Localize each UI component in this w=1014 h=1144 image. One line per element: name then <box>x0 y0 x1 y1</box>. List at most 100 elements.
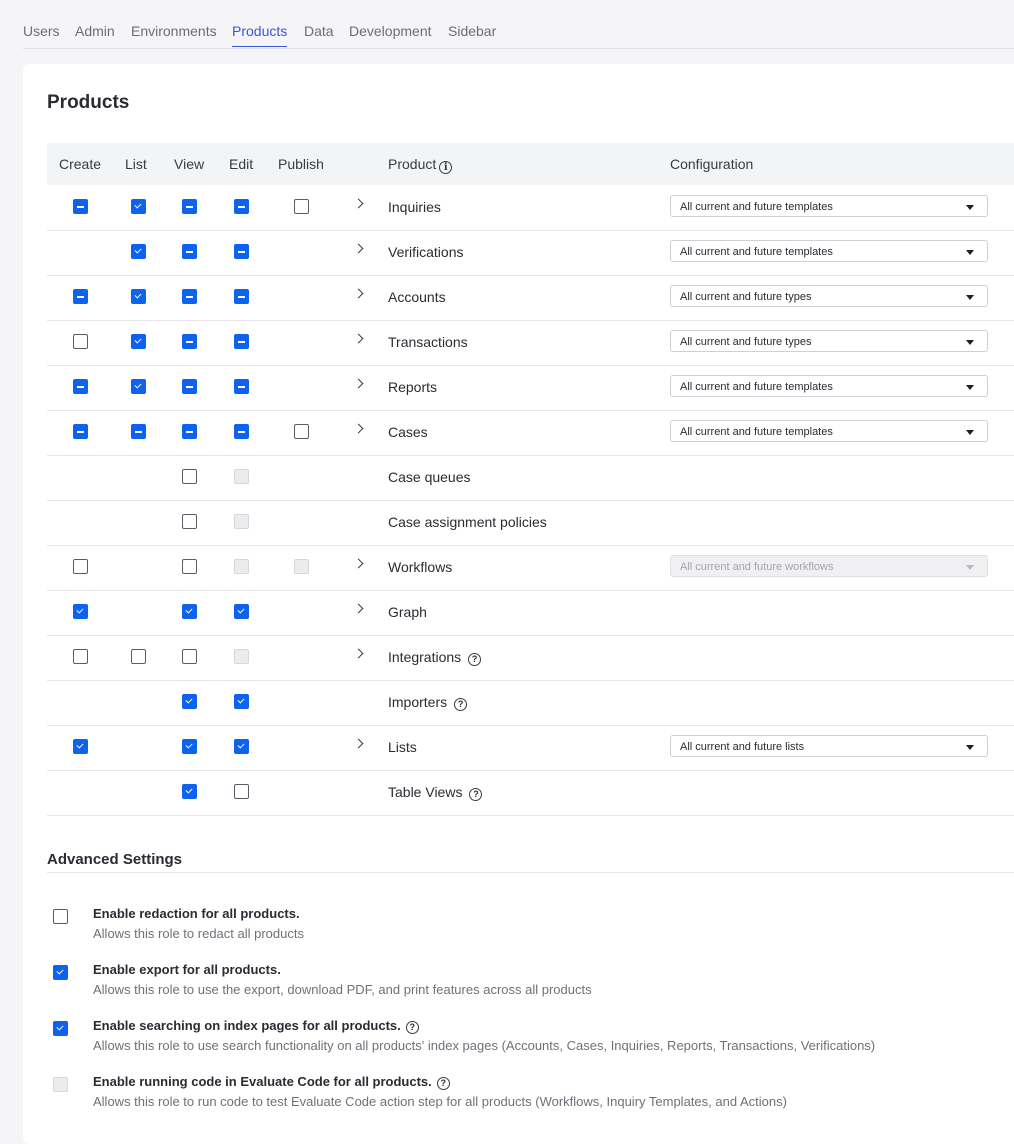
table-row: Accounts All current and future types <box>47 275 1014 321</box>
tab-admin[interactable]: Admin <box>75 23 115 46</box>
help-icon[interactable]: ? <box>405 1021 419 1034</box>
view-checkbox[interactable] <box>182 739 197 754</box>
configuration-value: All current and future templates <box>680 426 833 438</box>
chevron-right-icon[interactable] <box>353 558 364 569</box>
list-checkbox[interactable] <box>131 244 146 259</box>
configuration-select[interactable]: All current and future types <box>670 330 988 352</box>
help-icon[interactable]: ? <box>436 1077 450 1090</box>
edit-checkbox[interactable] <box>234 199 249 214</box>
chevron-right-icon[interactable] <box>353 378 364 389</box>
setting-checkbox[interactable] <box>53 1021 68 1036</box>
product-label: Reports <box>388 379 438 395</box>
configuration-value: All current and future templates <box>680 381 833 393</box>
configuration-select[interactable]: All current and future lists <box>670 735 988 757</box>
view-checkbox[interactable] <box>182 469 197 484</box>
configuration-select[interactable]: All current and future templates <box>670 195 988 217</box>
chevron-right-icon[interactable] <box>353 198 364 209</box>
tab-environments[interactable]: Environments <box>131 23 217 46</box>
view-checkbox[interactable] <box>182 514 197 529</box>
caret-down-icon <box>966 430 974 435</box>
view-checkbox[interactable] <box>182 604 197 619</box>
header-edit: Edit <box>229 156 254 172</box>
caret-down-icon <box>966 205 974 210</box>
tab-data[interactable]: Data <box>304 23 334 46</box>
top-tabs: Users Admin Environments Products Data D… <box>23 0 1014 49</box>
setting-description: Allows this role to run code to test Eva… <box>93 1094 787 1109</box>
chevron-right-icon[interactable] <box>353 603 364 614</box>
chevron-right-icon[interactable] <box>353 243 364 254</box>
edit-checkbox[interactable] <box>234 289 249 304</box>
create-checkbox[interactable] <box>73 379 88 394</box>
view-checkbox[interactable] <box>182 649 197 664</box>
help-icon[interactable]: ? <box>469 788 483 801</box>
create-checkbox[interactable] <box>73 739 88 754</box>
tab-users[interactable]: Users <box>23 23 60 46</box>
table-row: Workflows All current and future workflow… <box>47 545 1014 591</box>
edit-checkbox[interactable] <box>234 604 249 619</box>
caret-down-icon <box>966 565 974 570</box>
edit-checkbox[interactable] <box>234 334 249 349</box>
table-row: Case assignment policies <box>47 500 1014 546</box>
help-icon[interactable]: ? <box>454 698 468 711</box>
setting-title: Enable searching on index pages for all … <box>93 1018 419 1034</box>
configuration-select[interactable]: All current and future templates <box>670 240 988 262</box>
view-checkbox[interactable] <box>182 289 197 304</box>
edit-checkbox[interactable] <box>234 694 249 709</box>
setting-checkbox[interactable] <box>53 909 68 924</box>
list-checkbox[interactable] <box>131 334 146 349</box>
configuration-select[interactable]: All current and future templates <box>670 375 988 397</box>
view-checkbox[interactable] <box>182 424 197 439</box>
list-checkbox[interactable] <box>131 379 146 394</box>
edit-checkbox <box>234 559 249 574</box>
product-name: Graph <box>388 604 427 620</box>
tab-sidebar[interactable]: Sidebar <box>448 23 496 46</box>
create-checkbox[interactable] <box>73 334 88 349</box>
edit-checkbox[interactable] <box>234 379 249 394</box>
edit-checkbox[interactable] <box>234 784 249 799</box>
list-checkbox[interactable] <box>131 649 146 664</box>
list-checkbox[interactable] <box>131 424 146 439</box>
chevron-right-icon[interactable] <box>353 423 364 434</box>
setting-title-label: Enable running code in Evaluate Code for… <box>93 1074 432 1089</box>
help-icon[interactable]: ? <box>468 653 482 666</box>
edit-checkbox[interactable] <box>234 739 249 754</box>
setting-description: Allows this role to redact all products <box>93 926 304 941</box>
product-label: Verifications <box>388 244 464 260</box>
header-create: Create <box>59 156 102 172</box>
chevron-right-icon[interactable] <box>353 288 364 299</box>
table-row: Integrations? <box>47 635 1014 681</box>
view-checkbox[interactable] <box>182 784 197 799</box>
create-checkbox[interactable] <box>73 559 88 574</box>
configuration-select[interactable]: All current and future templates <box>670 420 988 442</box>
create-checkbox[interactable] <box>73 649 88 664</box>
table-row: Inquiries All current and future template… <box>47 185 1014 231</box>
tab-products[interactable]: Products <box>232 23 288 47</box>
publish-checkbox[interactable] <box>294 199 309 214</box>
view-checkbox[interactable] <box>182 694 197 709</box>
chevron-right-icon[interactable] <box>353 333 364 344</box>
chevron-right-icon[interactable] <box>353 648 364 659</box>
create-checkbox[interactable] <box>73 424 88 439</box>
create-checkbox[interactable] <box>73 604 88 619</box>
configuration-value: All current and future templates <box>680 246 833 258</box>
divider <box>47 872 1014 873</box>
list-checkbox[interactable] <box>131 289 146 304</box>
configuration-select[interactable]: All current and future types <box>670 285 988 307</box>
view-checkbox[interactable] <box>182 559 197 574</box>
info-icon[interactable]: i <box>439 161 453 174</box>
edit-checkbox[interactable] <box>234 244 249 259</box>
product-label: Transactions <box>388 334 468 350</box>
tab-development[interactable]: Development <box>349 23 432 46</box>
edit-checkbox[interactable] <box>234 424 249 439</box>
view-checkbox[interactable] <box>182 379 197 394</box>
setting-checkbox[interactable] <box>53 965 68 980</box>
setting-description: Allows this role to use search functiona… <box>93 1038 876 1053</box>
publish-checkbox[interactable] <box>294 424 309 439</box>
create-checkbox[interactable] <box>73 199 88 214</box>
view-checkbox[interactable] <box>182 334 197 349</box>
chevron-right-icon[interactable] <box>353 738 364 749</box>
create-checkbox[interactable] <box>73 289 88 304</box>
list-checkbox[interactable] <box>131 199 146 214</box>
view-checkbox[interactable] <box>182 199 197 214</box>
view-checkbox[interactable] <box>182 244 197 259</box>
